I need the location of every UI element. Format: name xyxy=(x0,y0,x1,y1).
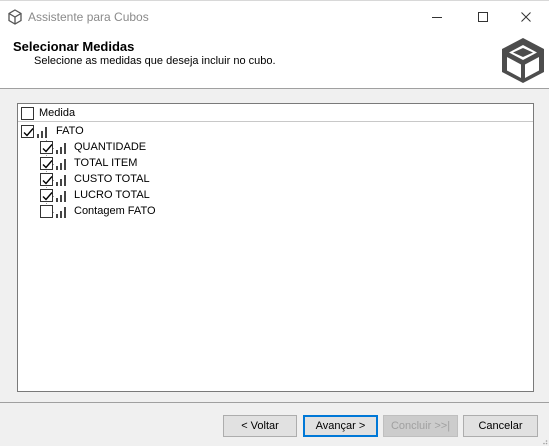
tree-node-label: Contagem FATO xyxy=(74,205,156,217)
measure-icon xyxy=(56,190,67,202)
maximize-icon xyxy=(478,12,488,22)
column-header-label: Medida xyxy=(39,107,76,119)
next-button[interactable]: Avançar > xyxy=(303,415,378,437)
minimize-icon xyxy=(432,17,442,18)
total-item-checkbox[interactable] xyxy=(40,157,53,170)
tree-column-header: Medida xyxy=(18,104,533,122)
checkmark-icon xyxy=(42,192,53,201)
tree-node-total-item[interactable]: TOTAL ITEM xyxy=(40,156,180,172)
page-title: Selecionar Medidas xyxy=(13,39,135,54)
footer-divider xyxy=(0,402,549,403)
title-bar[interactable]: Assistente para Cubos xyxy=(0,0,549,33)
measures-tree[interactable]: Medida FATO QUANTIDADE TOTAL ITEM CUSTO … xyxy=(17,103,534,392)
wizard-header: Selecionar Medidas Selecione as medidas … xyxy=(0,33,549,89)
contagem-fato-checkbox[interactable] xyxy=(40,205,53,218)
tree-node-label: CUSTO TOTAL xyxy=(74,173,150,185)
finish-button[interactable]: Concluir >>| xyxy=(383,415,458,437)
back-button[interactable]: < Voltar xyxy=(223,415,297,437)
checkmark-icon xyxy=(42,144,53,153)
tree-node-label: QUANTIDADE xyxy=(74,141,147,153)
measure-icon xyxy=(56,206,67,218)
measure-icon xyxy=(56,158,67,170)
cancel-button[interactable]: Cancelar xyxy=(463,415,538,437)
close-icon xyxy=(521,12,531,22)
window-title: Assistente para Cubos xyxy=(28,10,149,24)
maximize-button[interactable] xyxy=(460,1,506,33)
wizard-window: Assistente para Cubos Selecionar Medidas… xyxy=(0,0,549,446)
checkmark-icon xyxy=(42,160,53,169)
tree-node-contagem-fato[interactable]: Contagem FATO xyxy=(40,204,180,220)
cube-logo-icon xyxy=(499,35,547,85)
tree-node-fato[interactable]: FATO xyxy=(21,124,141,140)
page-subtitle: Selecione as medidas que deseja incluir … xyxy=(34,55,276,67)
select-all-checkbox[interactable] xyxy=(21,107,34,120)
tree-node-lucro-total[interactable]: LUCRO TOTAL xyxy=(40,188,180,204)
custo-total-checkbox[interactable] xyxy=(40,173,53,186)
close-button[interactable] xyxy=(503,1,549,33)
cube-app-icon xyxy=(7,9,23,25)
tree-node-label: LUCRO TOTAL xyxy=(74,189,150,201)
measure-icon xyxy=(56,142,67,154)
fato-checkbox[interactable] xyxy=(21,125,34,138)
measure-icon xyxy=(56,174,67,186)
lucro-total-checkbox[interactable] xyxy=(40,189,53,202)
tree-node-label: FATO xyxy=(56,125,84,137)
quantidade-checkbox[interactable] xyxy=(40,141,53,154)
tree-node-label: TOTAL ITEM xyxy=(74,157,138,169)
checkmark-icon xyxy=(23,128,34,137)
resize-grip-icon[interactable] xyxy=(541,438,548,446)
tree-node-custo-total[interactable]: CUSTO TOTAL xyxy=(40,172,180,188)
checkmark-icon xyxy=(42,176,53,185)
measure-group-icon xyxy=(37,126,48,138)
minimize-button[interactable] xyxy=(414,1,460,33)
tree-node-quantidade[interactable]: QUANTIDADE xyxy=(40,140,180,156)
